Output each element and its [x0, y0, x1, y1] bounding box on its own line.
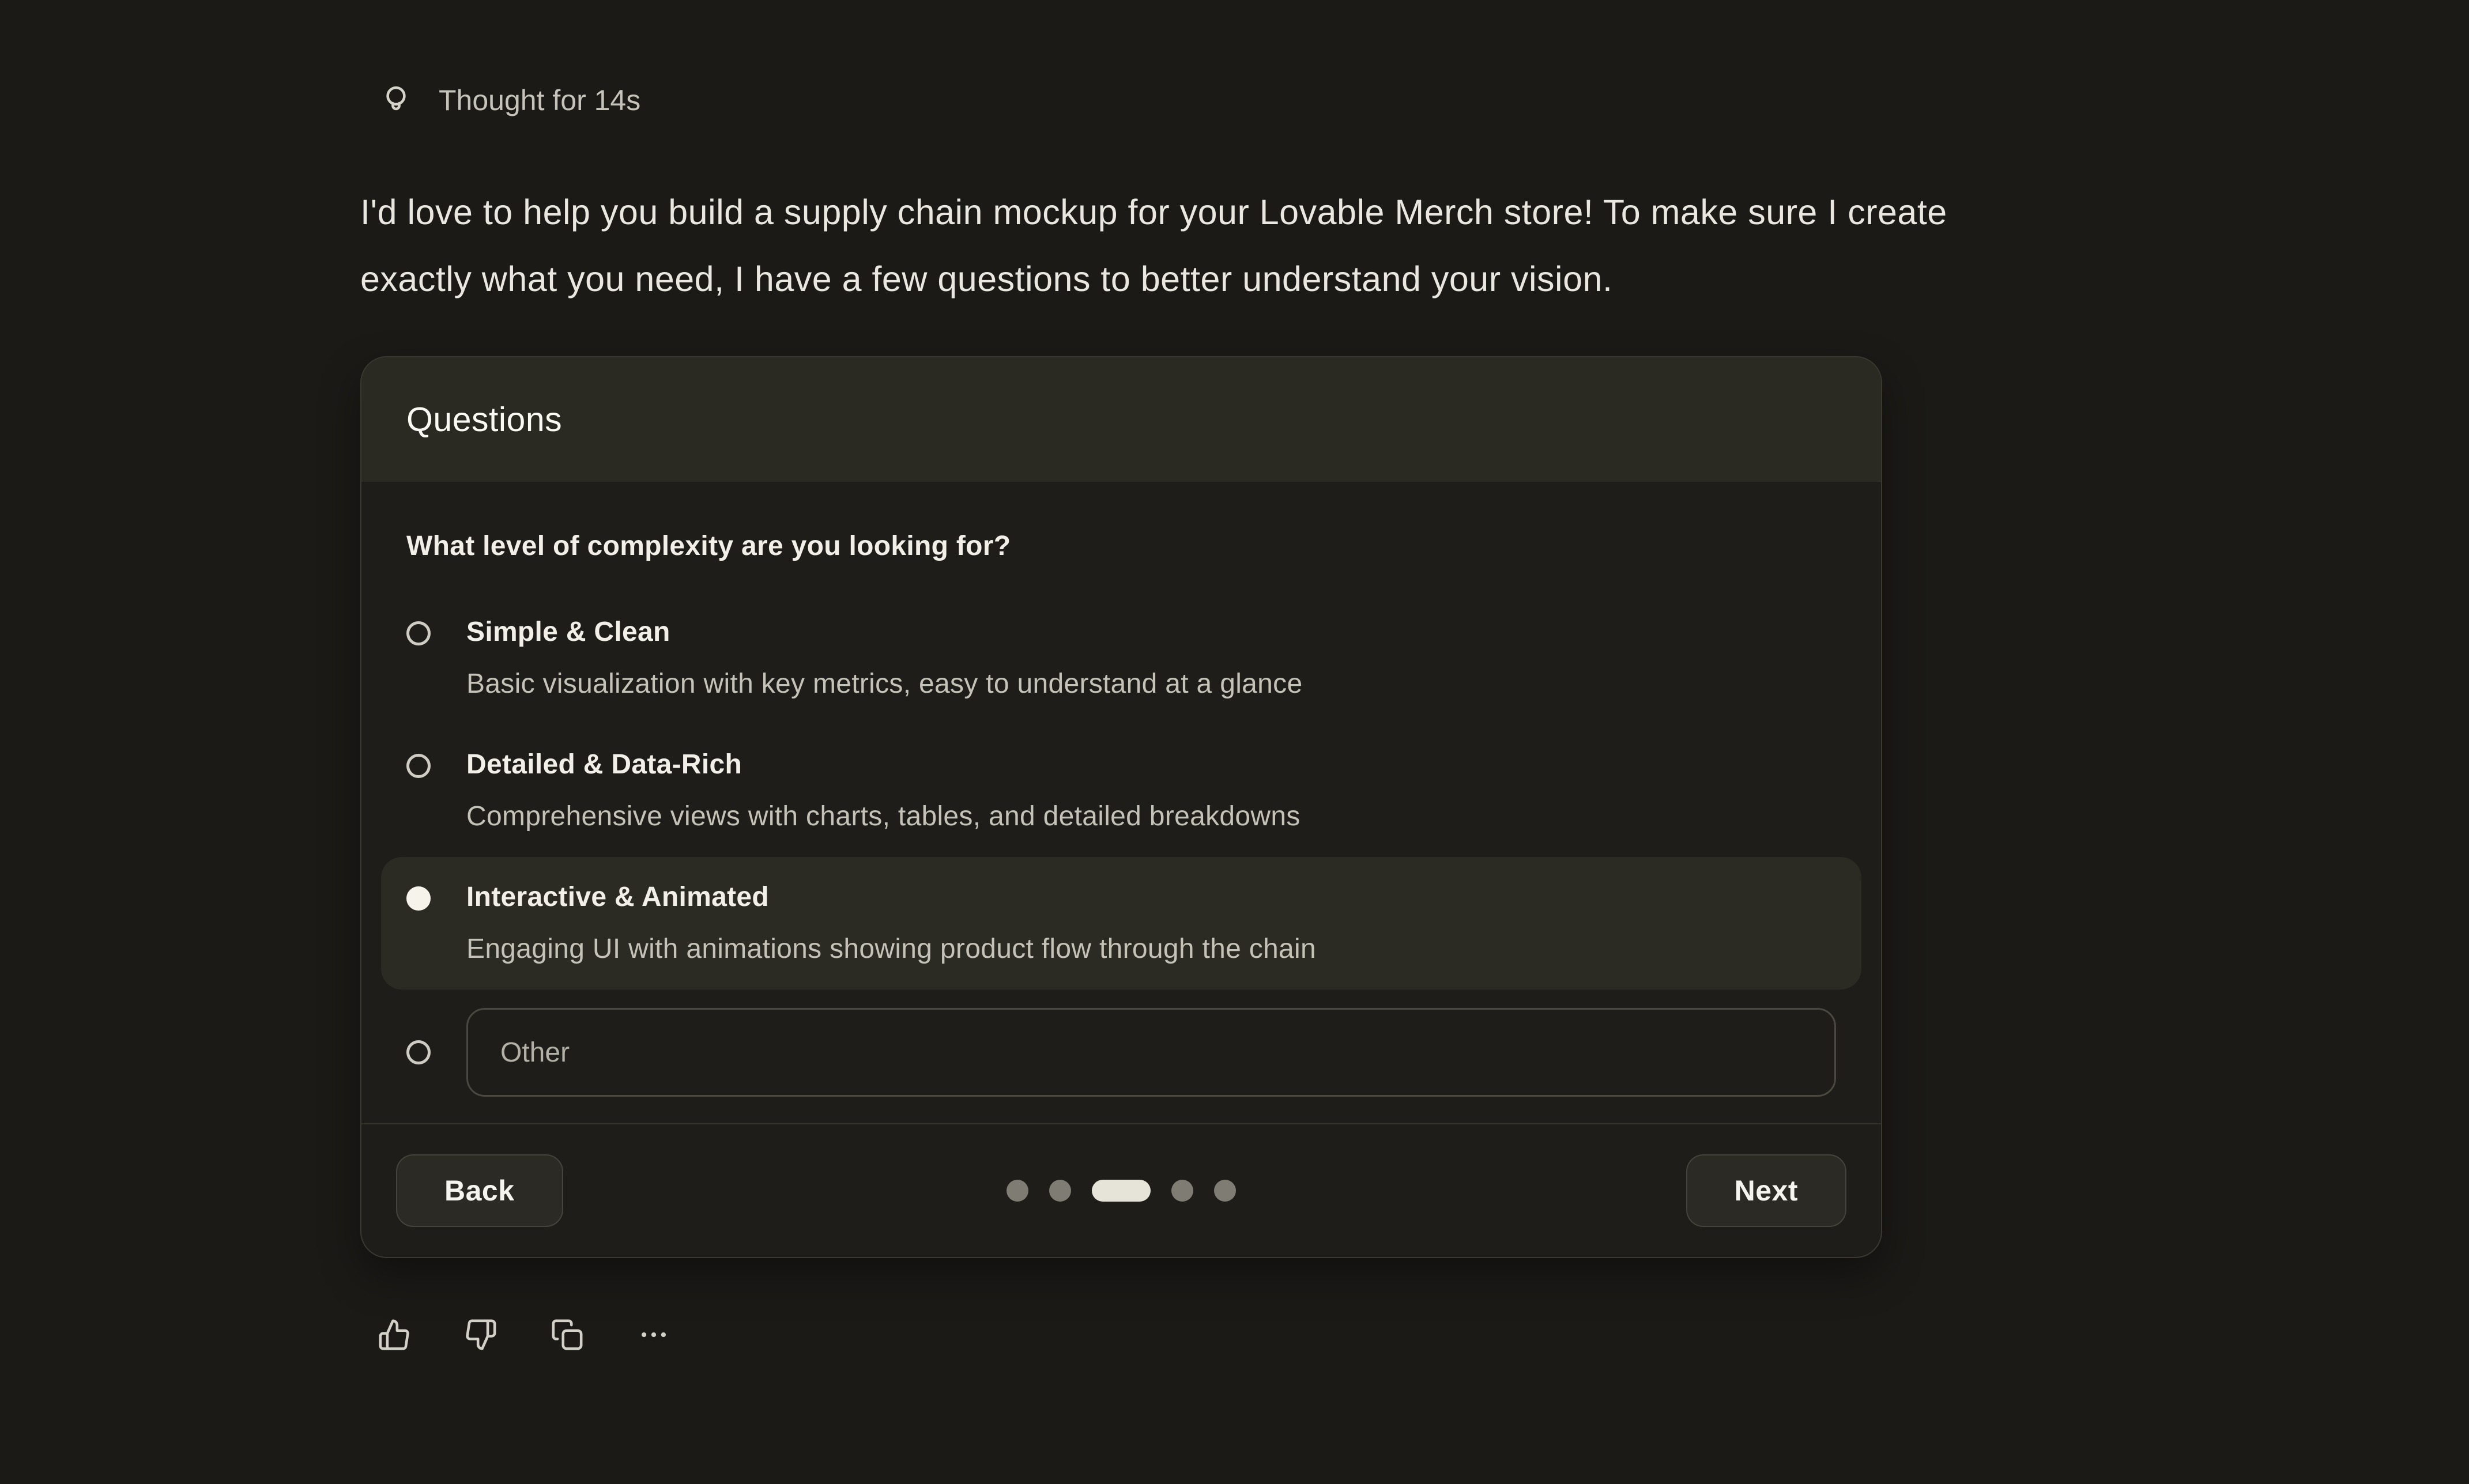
pagination-dot[interactable] [1049, 1180, 1071, 1202]
question-title: What level of complexity are you looking… [406, 530, 1836, 562]
option-description: Comprehensive views with charts, tables,… [466, 798, 1836, 836]
option-other[interactable] [406, 1008, 1836, 1097]
thumbs-down-icon [464, 1318, 497, 1351]
assistant-message-block: Thought for 14s I'd love to help you bui… [360, 0, 2257, 1351]
other-input[interactable] [466, 1008, 1836, 1097]
message-text: I'd love to help you build a supply chai… [360, 179, 2257, 312]
questions-card-header: Questions [361, 357, 1881, 482]
pagination-dot[interactable] [1214, 1180, 1236, 1202]
copy-icon [551, 1318, 584, 1351]
thinking-summary[interactable]: Thought for 14s [378, 82, 2257, 119]
pagination-dot-active[interactable] [1092, 1180, 1151, 1202]
questions-card-footer: Back Next [361, 1123, 1881, 1257]
ellipsis-icon [637, 1318, 670, 1351]
option-description: Engaging UI with animations showing prod… [466, 930, 1836, 968]
lightbulb-icon [378, 82, 414, 119]
pagination-dot[interactable] [1007, 1180, 1028, 1202]
option-simple-clean[interactable]: Simple & Clean Basic visualization with … [381, 592, 1861, 724]
option-title: Interactive & Animated [466, 878, 1836, 916]
message-line-2: exactly what you need, I have a few ques… [360, 246, 2257, 312]
card-title: Questions [406, 400, 562, 439]
next-button[interactable]: Next [1686, 1154, 1846, 1227]
option-interactive-animated[interactable]: Interactive & Animated Engaging UI with … [381, 857, 1861, 990]
option-description: Basic visualization with key metrics, ea… [466, 665, 1836, 703]
more-options-button[interactable] [637, 1318, 670, 1351]
thinking-label: Thought for 14s [439, 84, 640, 117]
radio-icon[interactable] [406, 1040, 431, 1064]
pagination-dots [1007, 1180, 1236, 1202]
options-list: Simple & Clean Basic visualization with … [406, 592, 1836, 1097]
questions-card-body: What level of complexity are you looking… [361, 482, 1881, 1123]
radio-icon[interactable] [406, 754, 431, 778]
message-actions [378, 1318, 2257, 1351]
pagination-dot[interactable] [1171, 1180, 1193, 1202]
back-button[interactable]: Back [396, 1154, 563, 1227]
option-detailed-data-rich[interactable]: Detailed & Data-Rich Comprehensive views… [381, 724, 1861, 857]
option-title: Simple & Clean [466, 613, 1836, 651]
questions-card: Questions What level of complexity are y… [360, 356, 1882, 1258]
thumbs-down-button[interactable] [464, 1318, 497, 1351]
thumbs-up-icon [378, 1318, 411, 1351]
radio-icon[interactable] [406, 621, 431, 645]
message-line-1: I'd love to help you build a supply chai… [360, 179, 2257, 246]
copy-button[interactable] [551, 1318, 584, 1351]
thumbs-up-button[interactable] [378, 1318, 411, 1351]
option-title: Detailed & Data-Rich [466, 746, 1836, 784]
radio-icon[interactable] [406, 886, 431, 911]
